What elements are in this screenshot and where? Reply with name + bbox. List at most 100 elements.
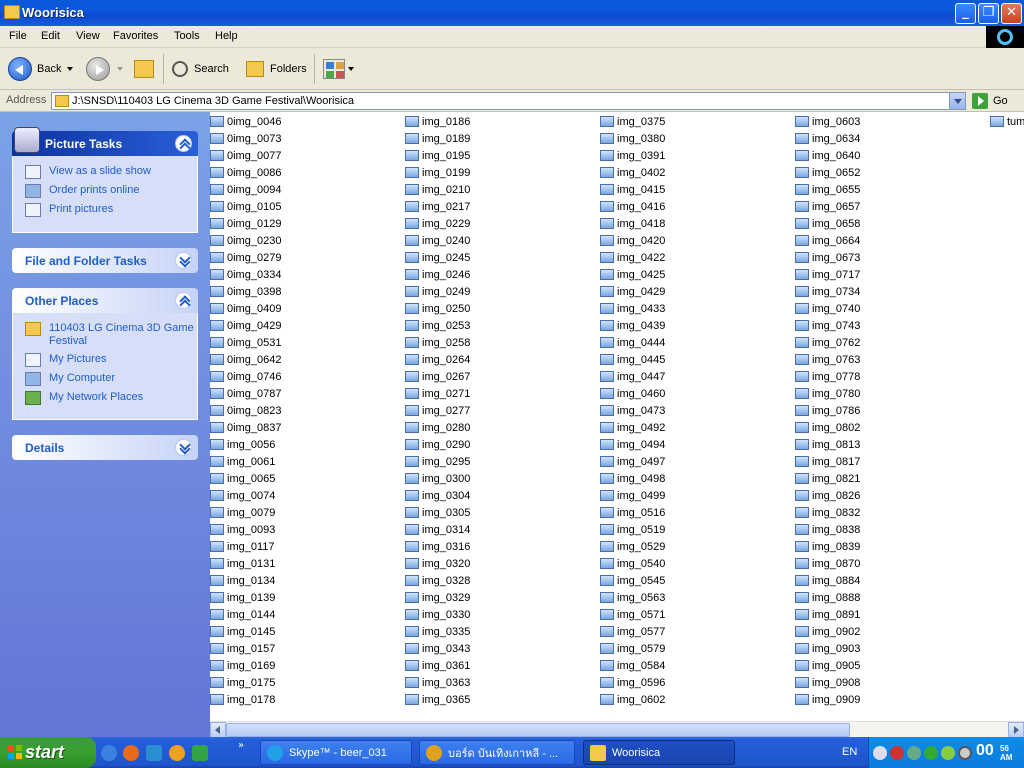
- file-item[interactable]: img_0186: [405, 113, 470, 130]
- file-item[interactable]: img_0903: [795, 640, 860, 657]
- file-item[interactable]: img_0335: [405, 623, 470, 640]
- file-item[interactable]: 0img_0073: [210, 130, 281, 147]
- file-item[interactable]: img_0460: [600, 385, 665, 402]
- file-item[interactable]: img_0240: [405, 232, 470, 249]
- file-item[interactable]: img_0145: [210, 623, 275, 640]
- details-header[interactable]: Details: [12, 435, 198, 460]
- file-item[interactable]: img_0519: [600, 521, 665, 538]
- file-folder-tasks-header[interactable]: File and Folder Tasks: [12, 248, 198, 273]
- file-item[interactable]: img_0065: [210, 470, 275, 487]
- file-item[interactable]: img_0363: [405, 674, 470, 691]
- file-item[interactable]: 0img_0046: [210, 113, 281, 130]
- file-item[interactable]: img_0908: [795, 674, 860, 691]
- file-item[interactable]: img_0343: [405, 640, 470, 657]
- file-item[interactable]: 0img_0094: [210, 181, 281, 198]
- file-item[interactable]: img_0139: [210, 589, 275, 606]
- taskbar-item-browser[interactable]: บอร์ด บันเทิงเกาหลี - ...: [419, 740, 575, 765]
- restore-button[interactable]: ❐: [978, 3, 999, 24]
- file-item[interactable]: img_0304: [405, 487, 470, 504]
- file-item[interactable]: img_0300: [405, 470, 470, 487]
- file-item[interactable]: img_0433: [600, 300, 665, 317]
- file-item[interactable]: img_0891: [795, 606, 860, 623]
- file-item[interactable]: img_0563: [600, 589, 665, 606]
- file-item[interactable]: img_0056: [210, 436, 275, 453]
- file-item[interactable]: img_0577: [600, 623, 665, 640]
- menu-edit[interactable]: Edit: [41, 30, 60, 42]
- my-computer-link[interactable]: My Computer: [13, 369, 197, 388]
- file-item[interactable]: img_0492: [600, 419, 665, 436]
- file-item[interactable]: img_0249: [405, 283, 470, 300]
- file-item[interactable]: img_0579: [600, 640, 665, 657]
- file-item[interactable]: img_0499: [600, 487, 665, 504]
- collapse-chevron-icon[interactable]: [175, 292, 192, 309]
- media-player-icon[interactable]: [169, 745, 185, 761]
- file-item[interactable]: img_0245: [405, 249, 470, 266]
- go-button[interactable]: Go: [972, 92, 1008, 110]
- tray-arrow-icon[interactable]: [873, 746, 887, 760]
- file-item[interactable]: img_0529: [600, 538, 665, 555]
- messenger-icon[interactable]: [146, 745, 162, 761]
- show-desktop-icon[interactable]: [192, 745, 208, 761]
- file-item[interactable]: img_0375: [600, 113, 665, 130]
- file-item[interactable]: img_0277: [405, 402, 470, 419]
- file-item[interactable]: 0img_0787: [210, 385, 281, 402]
- network-status-icon[interactable]: [890, 746, 904, 760]
- file-item[interactable]: img_0658: [795, 215, 860, 232]
- file-item[interactable]: img_0780: [795, 385, 860, 402]
- file-item[interactable]: img_0250: [405, 300, 470, 317]
- language-indicator[interactable]: EN: [842, 746, 857, 758]
- file-item[interactable]: img_0175: [210, 674, 275, 691]
- view-slideshow-link[interactable]: View as a slide show: [13, 162, 197, 181]
- file-item[interactable]: img_0516: [600, 504, 665, 521]
- file-item[interactable]: img_0425: [600, 266, 665, 283]
- file-item[interactable]: img_0905: [795, 657, 860, 674]
- minimize-button[interactable]: _: [955, 3, 976, 24]
- file-item[interactable]: img_0290: [405, 436, 470, 453]
- file-item[interactable]: img_0839: [795, 538, 860, 555]
- horizontal-scrollbar[interactable]: [210, 721, 1024, 738]
- file-item[interactable]: img_0740: [795, 300, 860, 317]
- file-item[interactable]: img_0131: [210, 555, 275, 572]
- file-item[interactable]: img_0664: [795, 232, 860, 249]
- file-item[interactable]: img_0640: [795, 147, 860, 164]
- menu-favorites[interactable]: Favorites: [113, 30, 158, 42]
- tray-app-icon[interactable]: [958, 746, 972, 760]
- file-item[interactable]: img_0157: [210, 640, 275, 657]
- file-item[interactable]: img_0330: [405, 606, 470, 623]
- menu-tools[interactable]: Tools: [174, 30, 200, 42]
- file-item[interactable]: img_0584: [600, 657, 665, 674]
- clock[interactable]: 00 56 AM: [976, 742, 1012, 762]
- file-item[interactable]: img_0763: [795, 351, 860, 368]
- file-item[interactable]: img_0061: [210, 453, 275, 470]
- file-item[interactable]: img_0494: [600, 436, 665, 453]
- file-item[interactable]: img_0144: [210, 606, 275, 623]
- file-item[interactable]: img_0416: [600, 198, 665, 215]
- antivirus-icon[interactable]: [941, 746, 955, 760]
- up-folder-button[interactable]: [134, 56, 154, 82]
- collapse-chevron-icon[interactable]: [175, 135, 192, 152]
- file-item[interactable]: img_0415: [600, 181, 665, 198]
- file-item[interactable]: 0img_0077: [210, 147, 281, 164]
- file-item[interactable]: img_0264: [405, 351, 470, 368]
- menu-view[interactable]: View: [76, 30, 100, 42]
- file-item[interactable]: img_0429: [600, 283, 665, 300]
- my-network-places-link[interactable]: My Network Places: [13, 388, 197, 407]
- file-item[interactable]: img_0365: [405, 691, 470, 708]
- tray-app-icon[interactable]: [907, 746, 921, 760]
- taskbar-item-skype[interactable]: Skype™ - beer_031: [260, 740, 412, 765]
- file-item[interactable]: img_0655: [795, 181, 860, 198]
- file-item[interactable]: img_0652: [795, 164, 860, 181]
- file-item[interactable]: img_0210: [405, 181, 470, 198]
- file-item[interactable]: 0img_0823: [210, 402, 281, 419]
- file-item[interactable]: img_0316: [405, 538, 470, 555]
- file-item[interactable]: img_0821: [795, 470, 860, 487]
- file-item[interactable]: img_0420: [600, 232, 665, 249]
- print-pictures-link[interactable]: Print pictures: [13, 200, 197, 219]
- file-list[interactable]: 0img_0046 0img_0073 0img_0077 0img_0086 0img…: [210, 112, 1024, 721]
- file-item[interactable]: img_0380: [600, 130, 665, 147]
- file-item[interactable]: 0img_0746: [210, 368, 281, 385]
- order-prints-link[interactable]: Order prints online: [13, 181, 197, 200]
- file-item[interactable]: img_0328: [405, 572, 470, 589]
- file-item[interactable]: img_0258: [405, 334, 470, 351]
- file-item[interactable]: img_0169: [210, 657, 275, 674]
